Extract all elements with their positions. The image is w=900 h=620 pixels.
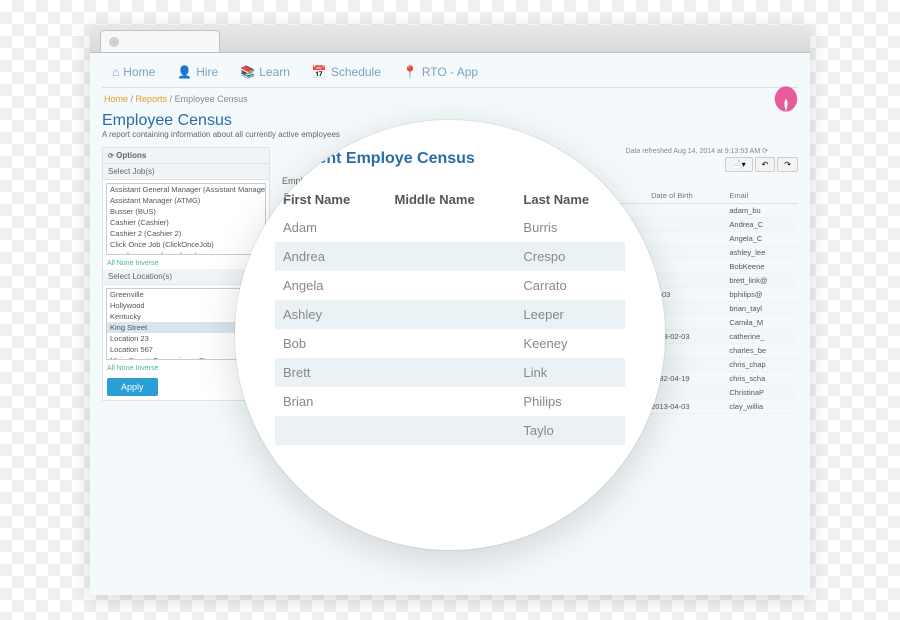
job-option[interactable]: Busser (BUS) (107, 206, 265, 217)
mag-col-header: Last Name (515, 186, 625, 213)
jobs-label: Select Job(s) (103, 164, 269, 180)
mag-row: AngelaCarrato (275, 271, 625, 300)
apply-button[interactable]: Apply (107, 378, 158, 396)
home-icon: ⌂ (112, 65, 119, 79)
mag-row: AndreaCrespo (275, 242, 625, 271)
breadcrumb: Home / Reports / Employee Census (102, 88, 798, 110)
job-option[interactable]: creedmanager (creedmgr) (107, 250, 265, 255)
browser-window: ⌂Home👤Hire📚Learn📅Schedule📍RTO - App Home… (90, 25, 810, 595)
nav-home[interactable]: ⌂Home (102, 61, 165, 83)
browser-tab[interactable] (100, 30, 220, 52)
app-shell: ⌂Home👤Hire📚Learn📅Schedule📍RTO - App Home… (90, 53, 810, 595)
job-option[interactable]: Assistant Manager (ATMG) (107, 195, 265, 206)
crumb-reports[interactable]: Reports (136, 94, 168, 104)
mag-row: Taylo (275, 416, 625, 445)
hire-icon: 👤 (177, 65, 192, 79)
magnifier-overlay: …rrent Employe Census First NameMiddle N… (235, 120, 665, 550)
mag-row: BrettLink (275, 358, 625, 387)
options-header[interactable]: ⟳ Options (103, 148, 269, 164)
crumb-current: Employee Census (175, 94, 248, 104)
col-header[interactable]: Date of Birth (647, 188, 725, 204)
nav-learn[interactable]: 📚Learn (230, 61, 300, 83)
job-option[interactable]: Cashier 2 (Cashier 2) (107, 228, 265, 239)
schedule-icon: 📅 (312, 65, 327, 79)
tab-favicon (109, 37, 119, 47)
prev-button[interactable]: ↶ (755, 157, 776, 172)
mag-row: BobKeeney (275, 329, 625, 358)
browser-chrome (90, 25, 810, 53)
mag-row: AdamBurris (275, 213, 625, 242)
mag-col-header: Middle Name (387, 186, 516, 213)
top-nav: ⌂Home👤Hire📚Learn📅Schedule📍RTO - App (102, 61, 798, 88)
rto - app-icon: 📍 (403, 65, 418, 79)
mag-col-header: First Name (275, 186, 387, 213)
job-option[interactable]: Cashier (Cashier) (107, 217, 265, 228)
nav-hire[interactable]: 👤Hire (167, 61, 228, 83)
refresh-icon[interactable]: ⟳ (762, 148, 768, 155)
magnifier-table: First NameMiddle NameLast Name AdamBurri… (275, 186, 625, 445)
crumb-home[interactable]: Home (104, 94, 128, 104)
export-button[interactable]: 📄▾ (725, 157, 753, 172)
learn-icon: 📚 (240, 65, 255, 79)
nav-rto---app[interactable]: 📍RTO - App (393, 61, 488, 83)
job-option[interactable]: Assistant General Manager (Assistant Man… (107, 184, 265, 195)
job-option[interactable]: Click Once Job (ClickOnceJob) (107, 239, 265, 250)
mag-row: BrianPhilips (275, 387, 625, 416)
brand-logo (772, 85, 800, 113)
jobs-listbox[interactable]: Assistant General Manager (Assistant Man… (106, 183, 266, 255)
next-button[interactable]: ↷ (777, 157, 798, 172)
jobs-all-none[interactable]: All None Inverse (103, 258, 269, 269)
col-header[interactable]: Email (725, 188, 798, 204)
mag-row: AshleyLeeper (275, 300, 625, 329)
nav-schedule[interactable]: 📅Schedule (302, 61, 391, 83)
